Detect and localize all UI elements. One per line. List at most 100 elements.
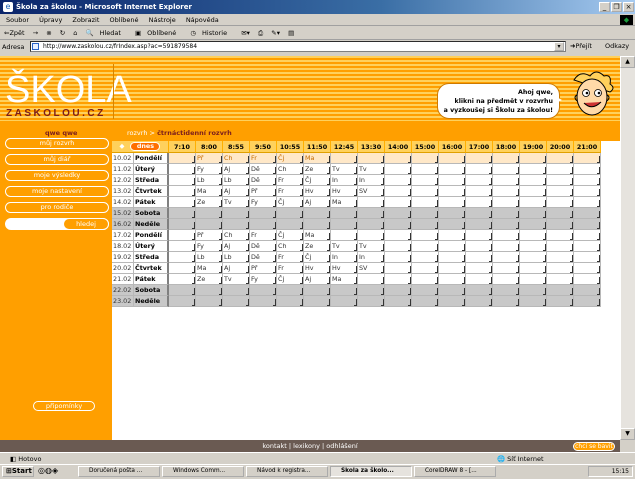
lesson-cell[interactable]	[547, 197, 574, 208]
lesson-cell[interactable]	[520, 175, 547, 186]
lesson-cell[interactable]	[439, 252, 466, 263]
taskbar-item-registration[interactable]: Návod k registra...	[246, 466, 328, 477]
lesson-cell[interactable]: Lb	[223, 252, 250, 263]
lesson-cell[interactable]	[331, 219, 358, 230]
lesson-cell[interactable]	[466, 241, 493, 252]
lesson-cell[interactable]	[385, 285, 412, 296]
links-button[interactable]: Odkazy	[605, 42, 629, 50]
menu-napoveda[interactable]: Nápověda	[186, 16, 219, 24]
lesson-cell[interactable]: Ch	[223, 230, 250, 241]
lesson-cell[interactable]	[439, 285, 466, 296]
sidebar-item-nastaveni[interactable]: moje nastavení	[5, 186, 109, 197]
lesson-cell[interactable]	[223, 296, 250, 307]
lesson-cell[interactable]	[358, 274, 385, 285]
lesson-cell[interactable]	[493, 263, 520, 274]
lesson-cell[interactable]	[574, 296, 601, 307]
lesson-cell[interactable]: Dě	[250, 252, 277, 263]
lesson-cell[interactable]	[358, 208, 385, 219]
lesson-cell[interactable]	[439, 241, 466, 252]
lesson-cell[interactable]	[466, 197, 493, 208]
lesson-cell[interactable]	[466, 164, 493, 175]
lesson-cell[interactable]	[250, 285, 277, 296]
lesson-cell[interactable]	[358, 197, 385, 208]
lesson-cell[interactable]	[574, 274, 601, 285]
back-button[interactable]: ⇐Zpět	[4, 29, 25, 37]
sidebar-item-rozvrh[interactable]: můj rozvrh	[5, 138, 109, 149]
lesson-cell[interactable]: Hv	[304, 263, 331, 274]
lesson-cell[interactable]	[520, 153, 547, 164]
lesson-cell[interactable]	[574, 208, 601, 219]
lesson-cell[interactable]	[466, 153, 493, 164]
lesson-cell[interactable]	[385, 164, 412, 175]
lesson-cell[interactable]	[493, 153, 520, 164]
lesson-cell[interactable]: Tv	[358, 164, 385, 175]
lesson-cell[interactable]	[385, 274, 412, 285]
lesson-cell[interactable]	[520, 164, 547, 175]
lesson-cell[interactable]	[304, 296, 331, 307]
lesson-cell[interactable]	[574, 197, 601, 208]
lesson-cell[interactable]	[169, 175, 196, 186]
site-footer[interactable]: kontakt | lexikony | odhlášení	[0, 440, 620, 452]
menu-soubor[interactable]: Soubor	[6, 16, 29, 24]
lesson-cell[interactable]: In	[358, 252, 385, 263]
lesson-cell[interactable]: Př	[250, 186, 277, 197]
lesson-cell[interactable]	[169, 252, 196, 263]
lesson-cell[interactable]: SV	[358, 263, 385, 274]
lesson-cell[interactable]	[385, 175, 412, 186]
lesson-cell[interactable]	[493, 186, 520, 197]
lesson-cell[interactable]	[385, 230, 412, 241]
lesson-cell[interactable]: Fr	[250, 230, 277, 241]
lesson-cell[interactable]	[169, 219, 196, 230]
lesson-cell[interactable]: Tv	[331, 241, 358, 252]
lesson-cell[interactable]: Ma	[331, 274, 358, 285]
lesson-cell[interactable]: Ze	[196, 274, 223, 285]
lesson-cell[interactable]	[250, 296, 277, 307]
lesson-cell[interactable]	[547, 296, 574, 307]
lesson-cell[interactable]	[493, 197, 520, 208]
breadcrumb-link[interactable]: rozvrh	[127, 129, 147, 137]
menu-upravy[interactable]: Úpravy	[39, 16, 62, 24]
lesson-cell[interactable]	[574, 164, 601, 175]
lesson-cell[interactable]	[304, 208, 331, 219]
lesson-cell[interactable]	[520, 197, 547, 208]
taskbar-item-coreldraw[interactable]: CorelDRAW 8 - [...	[414, 466, 496, 477]
lesson-cell[interactable]	[439, 274, 466, 285]
lesson-cell[interactable]	[223, 285, 250, 296]
lesson-cell[interactable]	[439, 230, 466, 241]
lesson-cell[interactable]	[520, 296, 547, 307]
lesson-cell[interactable]	[520, 252, 547, 263]
lesson-cell[interactable]	[196, 208, 223, 219]
lesson-cell[interactable]	[358, 153, 385, 164]
lesson-cell[interactable]	[547, 153, 574, 164]
lesson-cell[interactable]	[520, 208, 547, 219]
lesson-cell[interactable]	[277, 296, 304, 307]
go-button[interactable]: ➜Přejít	[570, 42, 592, 50]
lesson-cell[interactable]	[250, 208, 277, 219]
lesson-cell[interactable]: Ze	[304, 241, 331, 252]
lesson-cell[interactable]	[304, 285, 331, 296]
lesson-cell[interactable]	[493, 230, 520, 241]
start-button[interactable]: ⊞Start	[2, 466, 34, 477]
lesson-cell[interactable]	[520, 274, 547, 285]
lesson-cell[interactable]	[466, 175, 493, 186]
scroll-down-button[interactable]: ▼	[620, 428, 635, 440]
forward-button[interactable]: →	[33, 29, 38, 37]
taskbar-item-commander[interactable]: Windows Comm...	[162, 466, 244, 477]
lesson-cell[interactable]: Ch	[277, 241, 304, 252]
prev-arrow-icon[interactable]: ◆	[120, 142, 125, 150]
lesson-cell[interactable]: Hv	[304, 186, 331, 197]
lesson-cell[interactable]: In	[331, 252, 358, 263]
lesson-cell[interactable]	[169, 296, 196, 307]
close-button[interactable]: ×	[623, 2, 634, 12]
lesson-cell[interactable]	[439, 186, 466, 197]
scroll-up-button[interactable]: ▲	[620, 56, 635, 68]
lesson-cell[interactable]: Fr	[277, 175, 304, 186]
lesson-cell[interactable]	[412, 285, 439, 296]
lesson-cell[interactable]: Ma	[196, 186, 223, 197]
print-icon[interactable]: ⎙	[258, 29, 263, 37]
lesson-cell[interactable]: Tv	[331, 164, 358, 175]
lesson-cell[interactable]: Čj	[277, 230, 304, 241]
vertical-scrollbar[interactable]	[620, 56, 635, 440]
lesson-cell[interactable]: Ma	[304, 153, 331, 164]
lesson-cell[interactable]	[520, 241, 547, 252]
